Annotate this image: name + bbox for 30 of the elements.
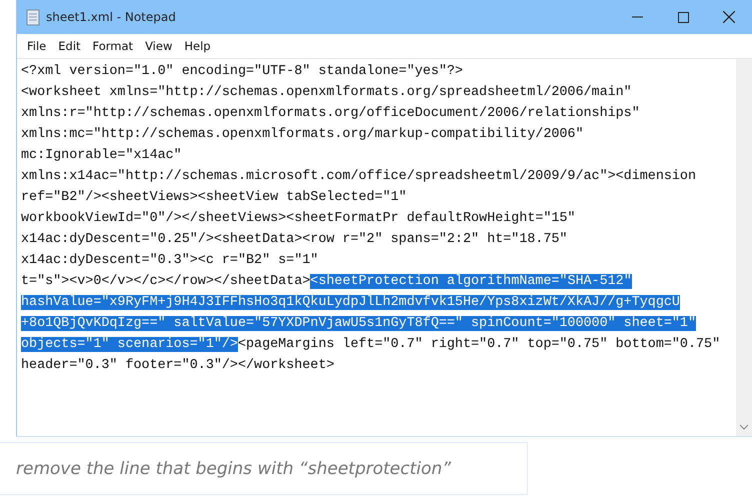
code-text: <pageMargins left="0.7" right="0.7" top="0.75" bottom="0.75": [238, 337, 720, 352]
menu-item[interactable]: Help: [178, 39, 217, 53]
scrollbar[interactable]: [736, 59, 752, 436]
code-text: xmlns:r="http://schemas.openxmlformats.org/officeDocument/2006/relationships": [21, 106, 640, 121]
code-text: t="s"><v>0</v></c></row></sheetData>: [21, 274, 310, 289]
code-text: mc:Ignorable="x14ac": [21, 148, 182, 163]
menu-item[interactable]: File: [21, 39, 52, 53]
code-text: x14ac:dyDescent="0.25"/><sheetData><row r="2" spans="2:2" ht="18.75": [21, 232, 568, 247]
maximize-icon: [678, 12, 688, 22]
file-icon: [26, 8, 40, 26]
code-text: x14ac:dyDescent="0.3"><c r="B2" s="1": [21, 253, 318, 268]
caption-text: remove the line that begins with “sheetprotection”: [16, 458, 451, 478]
selected-text: <sheetProtection algorithmName="SHA-512": [310, 274, 632, 289]
code-text: header="0.3" footer="0.3"/></worksheet>: [21, 358, 334, 373]
code-text: <worksheet xmlns="http://schemas.openxmlformats.org/spreadsheetml/2006/main": [21, 85, 632, 100]
window-title: sheet1.xml - Notepad: [46, 10, 177, 24]
menu-item[interactable]: View: [139, 39, 178, 53]
code-text: xmlns:x14ac="http://schemas.microsoft.com/office/spreadsheetml/2009/9/ac"><dimension: [21, 169, 696, 184]
minimize-icon: [632, 16, 642, 18]
code-text: <?xml version="1.0" encoding="UTF-8" standalone="yes"?>: [21, 64, 463, 79]
selected-text: +8o1QBjQvKDqIzg==" saltValue="57YXDPnVjawU5s1nGyT8fQ==" spinCount="100000" sheet="1": [21, 316, 696, 331]
selected-text: objects="1" scenarios="1"/>: [21, 337, 238, 352]
close-icon: [723, 11, 735, 23]
menu-item[interactable]: Format: [86, 39, 140, 53]
selected-text: hashValue="x9RyFM+j9H4J3IFFhsHo3q1kQkuLydpJlLh2mdvfvk15He/Yps8xizWt/XkAJ//g+TyqgcU: [21, 295, 680, 310]
code-text: ref="B2"/><sheetViews><sheetView tabSelected="1": [21, 190, 407, 205]
code-text: workbookViewId="0"/></sheetViews><sheetFormatPr defaultRowHeight="15": [21, 211, 576, 226]
code-text: xmlns:mc="http://schemas.openxmlformats.org/markup-compatibility/2006": [21, 127, 584, 142]
menu-item[interactable]: Edit: [52, 39, 87, 53]
scroll-down-icon[interactable]: [740, 424, 748, 430]
